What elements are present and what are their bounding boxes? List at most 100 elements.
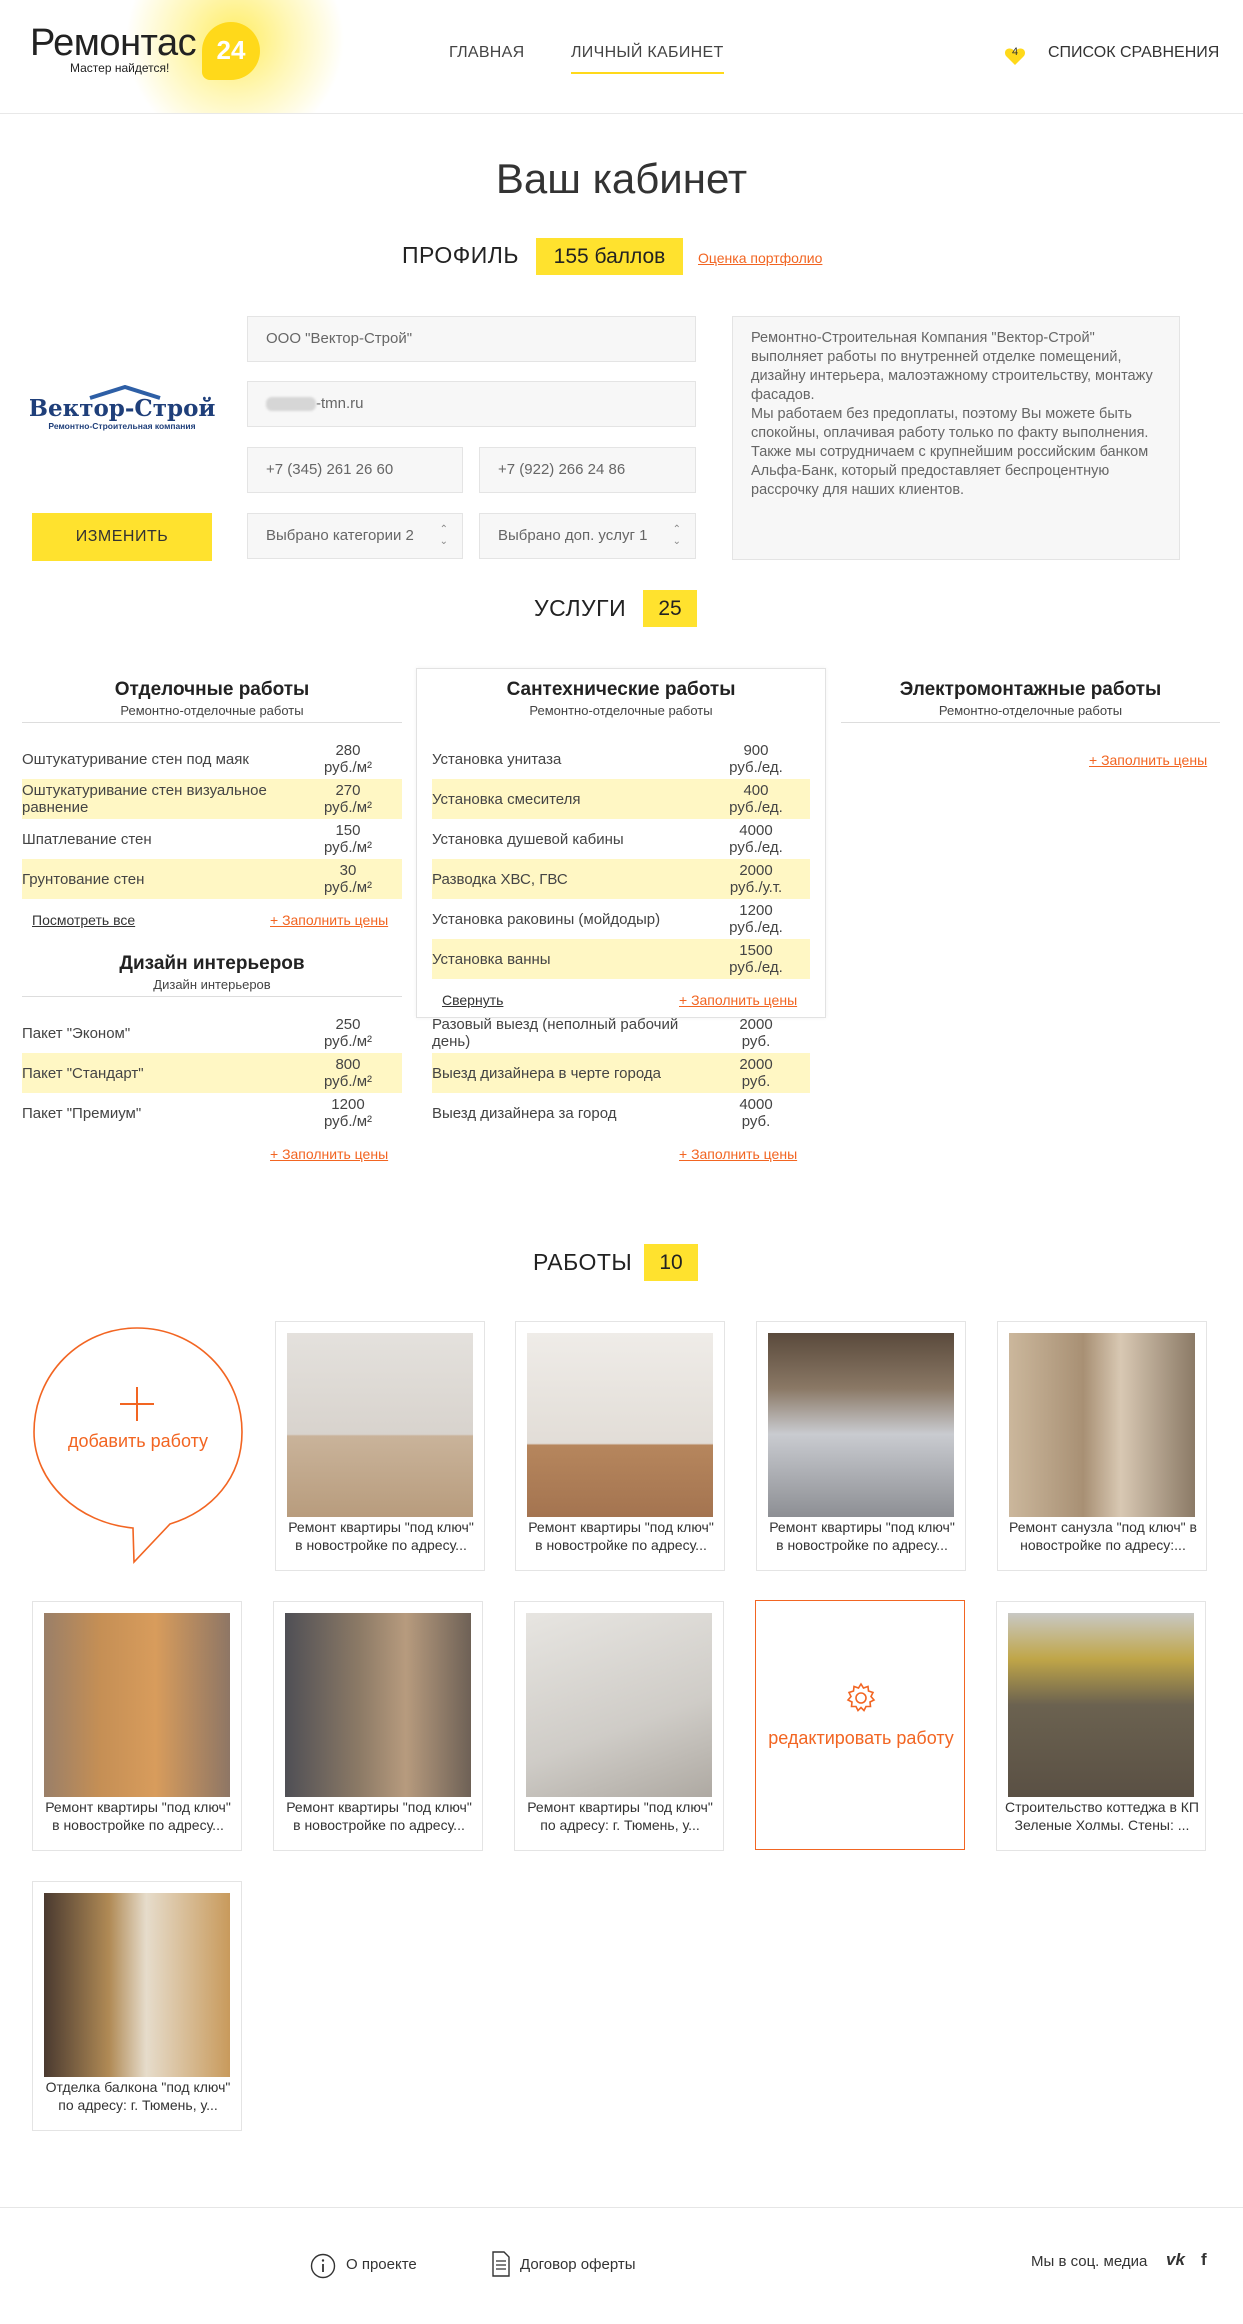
work-card[interactable]: Ремонт квартиры "под ключ" в новостройке… xyxy=(275,1321,485,1571)
service-price: 1500 руб./ед. xyxy=(716,939,796,979)
price-value: 2000 xyxy=(739,1016,773,1033)
categories-select[interactable]: Выбрано категории 2 ⌃ ⌄ xyxy=(247,513,463,559)
work-card[interactable]: Ремонт квартиры "под ключ" в новостройке… xyxy=(515,1321,725,1571)
service-row: Установка раковины (мойдодыр) 1200 руб./ед… xyxy=(432,899,810,939)
price-value: 1200 xyxy=(331,1096,365,1113)
add-work-label: добавить работу xyxy=(67,1431,209,1451)
view-all-link[interactable]: Посмотреть все xyxy=(32,912,135,928)
service-row: Оштукатуривание стен визуальное равнение… xyxy=(22,779,402,819)
edit-work-button[interactable]: редактировать работу xyxy=(755,1600,965,1850)
work-card[interactable]: Строительство коттеджа в КП Зеленые Холм… xyxy=(996,1601,1206,1851)
work-caption: Ремонт квартиры "под ключ" по адресу: г.… xyxy=(527,1799,713,1833)
service-row: Шпатлевание стен 150 руб./м² xyxy=(22,819,402,859)
logo-text[interactable]: Ремонтас xyxy=(30,22,197,65)
service-price: 1200 руб./ед. xyxy=(716,899,796,939)
social-label: Мы в соц. медиа xyxy=(1031,2253,1148,2270)
service-row: Установка унитаза 900 руб./ед. xyxy=(432,739,810,779)
price-value: 900 xyxy=(743,742,769,759)
info-icon xyxy=(310,2253,336,2279)
collapse-link[interactable]: Свернуть xyxy=(442,992,503,1008)
plumbing-subtitle: Ремонтно-отделочные работы xyxy=(529,703,713,718)
categories-select-value: Выбрано категории 2 xyxy=(266,527,414,544)
work-card[interactable]: Ремонт квартиры "под ключ" по адресу: г.… xyxy=(514,1601,724,1851)
work-caption: Ремонт квартиры "под ключ" в новостройке… xyxy=(286,1799,472,1833)
nav-cabinet[interactable]: ЛИЧНЫЙ КАБИНЕТ xyxy=(571,44,724,74)
edit-profile-button[interactable]: ИЗМЕНИТЬ xyxy=(32,513,212,561)
heart-icon[interactable]: 4 xyxy=(1003,44,1027,68)
services-heading: УСЛУГИ xyxy=(534,595,627,621)
price-unit: руб./м² xyxy=(323,879,373,896)
service-name: Установка раковины (мойдодыр) xyxy=(432,910,661,928)
service-price: 2000 руб./у.т. xyxy=(716,859,796,899)
work-photo xyxy=(768,1333,954,1517)
phone2-field[interactable]: +7 (922) 266 24 86 xyxy=(479,447,696,493)
service-price: 270 руб./м² xyxy=(308,779,388,819)
page-title: Ваш кабинет xyxy=(495,155,748,202)
service-name: Шпатлевание стен xyxy=(22,830,152,848)
service-price: 150 руб./м² xyxy=(308,819,388,859)
electrical-fill-prices-link[interactable]: + Заполнить цены xyxy=(1089,752,1207,768)
service-name: Разводка ХВС, ГВС xyxy=(432,870,568,888)
service-row: Грунтование стен 30 руб./м² xyxy=(22,859,402,899)
document-icon xyxy=(492,2251,510,2277)
vk-icon[interactable]: vk xyxy=(1166,2250,1185,2270)
price-value: 1500 xyxy=(739,942,773,959)
nav-home[interactable]: ГЛАВНАЯ xyxy=(449,44,525,62)
work-caption: Ремонт квартиры "под ключ" в новостройке… xyxy=(288,1519,474,1553)
electrical-subtitle: Ремонтно-отделочные работы xyxy=(938,703,1123,718)
phone1-field[interactable]: +7 (345) 261 26 60 xyxy=(247,447,463,493)
work-caption: Ремонт квартиры "под ключ" в новостройке… xyxy=(45,1799,231,1833)
work-caption: Ремонт квартиры "под ключ" в новостройке… xyxy=(769,1519,955,1553)
company-logo-sub: Ремонтно-Строительная компания xyxy=(48,421,195,431)
finishing-fill-prices-link[interactable]: + Заполнить цены xyxy=(270,912,388,928)
service-name: Установка душевой кабины xyxy=(432,830,624,848)
work-card[interactable]: Ремонт квартиры "под ключ" в новостройке… xyxy=(756,1321,966,1571)
add-work-button[interactable]: добавить работу xyxy=(32,1326,244,1566)
work-card[interactable]: Ремонт санузла "под ключ" в новостройке … xyxy=(997,1321,1207,1571)
visits-fill-prices-link[interactable]: + Заполнить цены xyxy=(679,1146,797,1162)
service-row: Выезд дизайнера за город 4000 руб. xyxy=(432,1093,810,1133)
works-heading: РАБОТЫ xyxy=(533,1249,633,1275)
service-name: Грунтование стен xyxy=(22,870,145,888)
plumbing-title: Сантехнические работы xyxy=(506,679,736,700)
offer-contract-link[interactable]: Договор оферты xyxy=(520,2256,636,2273)
price-unit: руб./ед. xyxy=(729,959,783,976)
price-unit: руб. xyxy=(741,1073,771,1090)
service-name: Установка ванны xyxy=(432,950,551,968)
work-caption: Ремонт санузла "под ключ" в новостройке … xyxy=(1009,1519,1197,1553)
facebook-icon[interactable]: f xyxy=(1201,2250,1207,2270)
service-price: 280 руб./м² xyxy=(308,739,388,779)
service-price: 800 руб./м² xyxy=(308,1053,388,1093)
finishing-subtitle: Ремонтно-отделочные работы xyxy=(120,703,304,718)
service-name: Оштукатуривание стен под маяк xyxy=(22,750,249,768)
design-subtitle: Дизайн интерьеров xyxy=(153,977,271,992)
work-photo xyxy=(526,1613,712,1797)
electrical-title: Электромонтажные работы xyxy=(899,679,1162,700)
service-name: Пакет "Премиум" xyxy=(22,1104,142,1122)
logo-tagline: Мастер найдется! xyxy=(70,61,170,75)
finishing-title: Отделочные работы xyxy=(114,679,310,700)
work-photo xyxy=(1009,1333,1195,1517)
email-field[interactable]: -tmn.ru xyxy=(247,381,696,427)
work-photo xyxy=(527,1333,713,1517)
compare-list-link[interactable]: СПИСОК СРАВНЕНИЯ xyxy=(1048,44,1219,62)
extra-services-select[interactable]: Выбрано доп. услуг 1 ⌃ ⌄ xyxy=(479,513,696,559)
portfolio-rating-link[interactable]: Оценка портфолио xyxy=(698,250,822,266)
about-project-link[interactable]: О проекте xyxy=(346,2256,417,2273)
logo-badge[interactable]: 24 xyxy=(202,22,260,80)
email-suffix: -tmn.ru xyxy=(316,395,364,412)
company-logo: Вектор-Строй Ремонтно-Строительная компа… xyxy=(29,384,215,435)
works-count-badge: 10 xyxy=(644,1244,698,1281)
work-card[interactable]: Ремонт квартиры "под ключ" в новостройке… xyxy=(273,1601,483,1851)
service-name: Разовый выезд (неполный рабочий день) xyxy=(432,1016,679,1050)
service-row: Пакет "Эконом" 250 руб./м² xyxy=(22,1013,402,1053)
design-fill-prices-link[interactable]: + Заполнить цены xyxy=(270,1146,388,1162)
plumbing-fill-prices-link[interactable]: + Заполнить цены xyxy=(679,992,797,1008)
service-row: Разовый выезд (неполный рабочий день) 200… xyxy=(432,1013,810,1053)
plus-icon xyxy=(120,1387,154,1421)
work-card[interactable]: Отделка балкона "под ключ" по адресу: г.… xyxy=(32,1881,242,2131)
company-name-field[interactable]: ООО "Вектор-Строй" xyxy=(247,316,696,362)
work-card[interactable]: Ремонт квартиры "под ключ" в новостройке… xyxy=(32,1601,242,1851)
about-textarea[interactable]: Ремонтно-Строительная Компания "Вектор-С… xyxy=(732,316,1180,560)
work-caption: Ремонт квартиры "под ключ" в новостройке… xyxy=(528,1519,714,1553)
